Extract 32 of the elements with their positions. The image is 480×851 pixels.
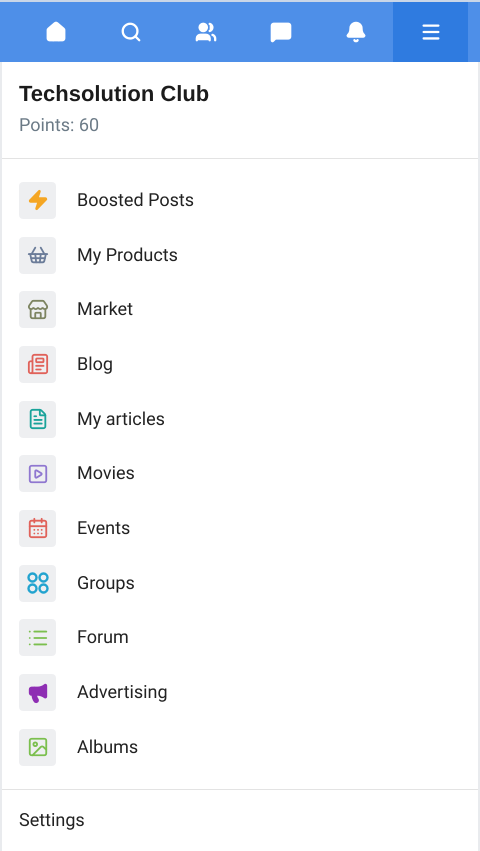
settings-link[interactable]: Settings xyxy=(19,806,85,834)
menu-item[interactable]: Advertising xyxy=(2,665,478,720)
menu-item[interactable]: Movies xyxy=(2,446,478,502)
club-name: Techsolution Club xyxy=(19,80,210,108)
chat-bubble-icon xyxy=(270,21,292,43)
points-text: Points: 60 xyxy=(19,114,100,138)
menu-item[interactable]: Events xyxy=(2,501,478,556)
menu-label: Market xyxy=(77,298,133,322)
four-circles-icon xyxy=(26,572,48,594)
menu-label: Movies xyxy=(77,462,135,486)
menu-item[interactable]: Groups xyxy=(2,556,478,610)
menu-item[interactable]: Boosted Posts xyxy=(2,173,478,228)
bell-icon xyxy=(344,21,366,43)
menu-item[interactable]: Blog xyxy=(2,337,478,392)
menu-item[interactable]: Market xyxy=(2,282,478,338)
menu-label: My Products xyxy=(77,244,178,268)
menu-label: Advertising xyxy=(77,681,168,706)
search-icon xyxy=(120,21,142,43)
menu-item[interactable]: Forum xyxy=(2,610,478,666)
menu-label: Forum xyxy=(77,626,129,650)
menu-label: Blog xyxy=(77,352,113,377)
menu-item[interactable]: My Products xyxy=(2,228,478,282)
menu-label: Groups xyxy=(77,572,135,596)
menu-label: My articles xyxy=(77,408,165,432)
people-icon xyxy=(194,21,216,43)
menu-label: Events xyxy=(77,516,130,541)
menu-label: Boosted Posts xyxy=(77,188,194,213)
menu-item[interactable]: Albums xyxy=(2,720,478,775)
home-icon xyxy=(44,21,66,43)
nav-tab[interactable] xyxy=(393,2,468,62)
menu-item[interactable]: My articles xyxy=(2,392,478,446)
menu-label: Albums xyxy=(77,736,138,760)
